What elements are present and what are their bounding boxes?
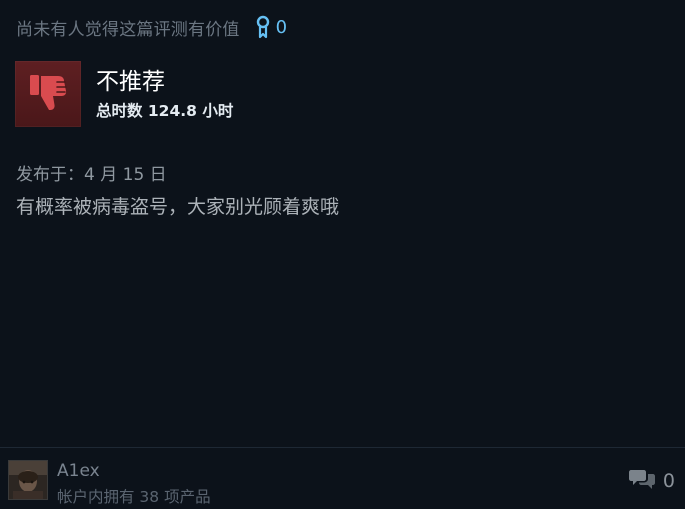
comments-button[interactable]: 0	[628, 468, 675, 494]
comment-count: 0	[662, 470, 675, 492]
helpful-count-text: 尚未有人觉得这篇评测有价值	[16, 19, 240, 40]
games-owned: 帐户内拥有 38 项产品	[57, 488, 211, 506]
review-text: 有概率被病毒盗号，大家别光顾着爽哦	[16, 196, 340, 218]
recommendation-header: 不推荐 总时数 124.8 小时	[15, 61, 233, 127]
hours-played: 总时数 124.8 小时	[96, 102, 234, 120]
avatar[interactable]	[8, 460, 48, 500]
author-name[interactable]: A1ex	[57, 460, 211, 482]
helpful-bar: 尚未有人觉得这篇评测有价值 0	[16, 14, 669, 40]
award-count: 0	[275, 16, 288, 38]
recommendation-title[interactable]: 不推荐	[96, 67, 233, 97]
thumbs-down-icon	[25, 69, 71, 119]
comment-bubbles-icon	[628, 468, 655, 494]
posted-date: 发布于：4 月 15 日	[16, 165, 167, 185]
review-footer: A1ex 帐户内拥有 38 项产品 0	[0, 447, 685, 509]
award-ribbon-icon	[256, 15, 270, 39]
recommendation-thumb[interactable]	[15, 61, 81, 127]
award-button[interactable]: 0	[256, 15, 287, 39]
